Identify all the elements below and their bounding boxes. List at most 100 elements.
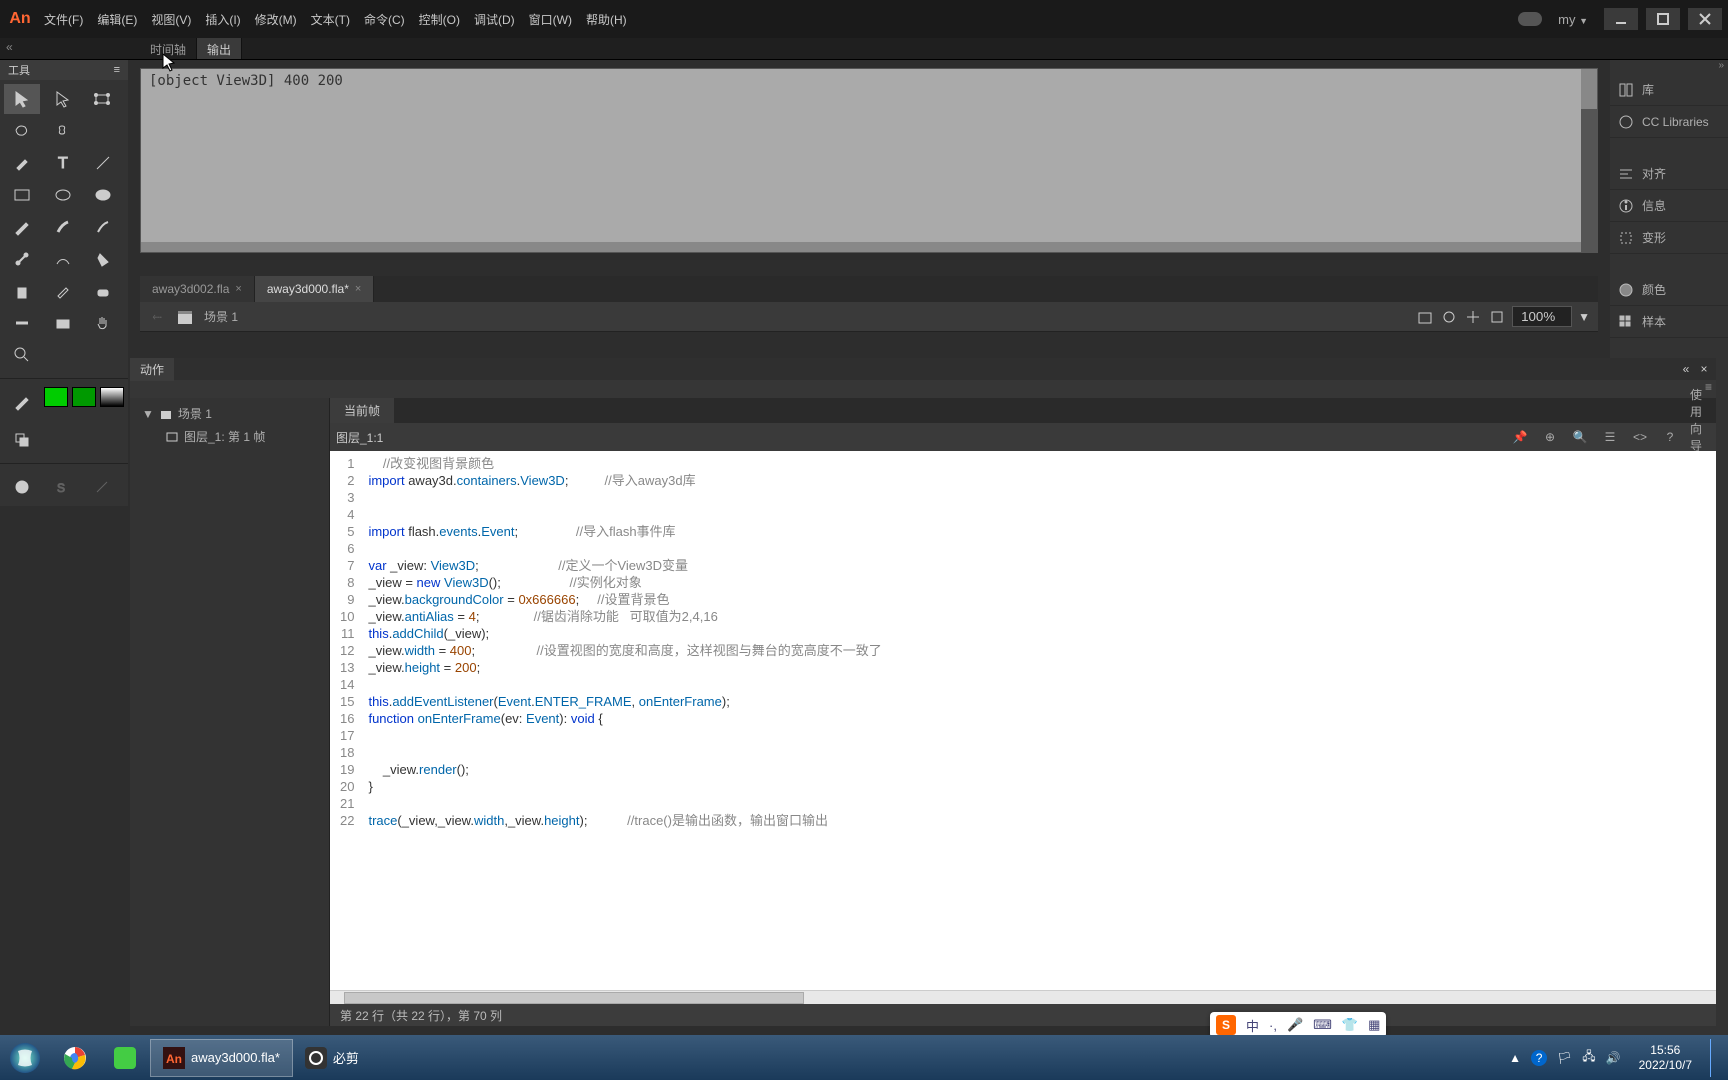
- paint-bucket-tool[interactable]: [85, 244, 121, 274]
- center-stage-icon[interactable]: [1464, 308, 1482, 326]
- menu-debug[interactable]: 调试(D): [474, 11, 515, 28]
- gradient-swatch[interactable]: [100, 387, 124, 407]
- snap-option[interactable]: [4, 472, 40, 502]
- close-panel-icon[interactable]: ×: [1696, 362, 1712, 376]
- tray-help-icon[interactable]: ?: [1531, 1050, 1547, 1066]
- add-wizard-button[interactable]: 使用向导添加: [1690, 427, 1710, 447]
- expand-icon[interactable]: ▼: [142, 407, 154, 421]
- close-tab-icon[interactable]: ×: [355, 283, 361, 295]
- zoom-tool[interactable]: [4, 340, 40, 370]
- tree-scene[interactable]: ▼ 场景 1: [134, 402, 325, 425]
- panel-menu-icon[interactable]: ≡: [114, 64, 120, 76]
- editor-hscrollbar[interactable]: [330, 990, 1716, 1004]
- sync-toggle[interactable]: [1518, 12, 1542, 26]
- close-button[interactable]: [1688, 8, 1722, 30]
- taskbar-app-green[interactable]: [100, 1039, 150, 1077]
- ime-voice-icon[interactable]: 🎤: [1287, 1017, 1303, 1033]
- menu-view[interactable]: 视图(V): [151, 11, 191, 28]
- close-tab-icon[interactable]: ×: [235, 283, 241, 295]
- clip-content-icon[interactable]: [1488, 308, 1506, 326]
- maximize-button[interactable]: [1646, 8, 1680, 30]
- pencil-tool[interactable]: [4, 212, 40, 242]
- scene-name[interactable]: 场景 1: [204, 308, 238, 325]
- taskbar-chrome[interactable]: [50, 1039, 100, 1077]
- panel-library[interactable]: 库: [1610, 74, 1728, 106]
- panel-cc-libraries[interactable]: CC Libraries: [1610, 106, 1728, 138]
- ime-menu-icon[interactable]: ▦: [1368, 1017, 1380, 1033]
- tree-layer-frame[interactable]: 图层_1: 第 1 帧: [134, 425, 325, 448]
- show-desktop-button[interactable]: [1710, 1039, 1720, 1077]
- text-tool[interactable]: T: [45, 148, 81, 178]
- collapse-icon[interactable]: «: [1678, 362, 1694, 376]
- code-snippets-icon[interactable]: <>: [1630, 427, 1650, 447]
- find-icon[interactable]: 🔍: [1570, 427, 1590, 447]
- expand-arrow-icon[interactable]: »: [1718, 60, 1724, 74]
- rectangle-tool[interactable]: [4, 180, 40, 210]
- workspace-dropdown[interactable]: my ▼: [1550, 12, 1596, 27]
- oval-tool[interactable]: [45, 180, 81, 210]
- pen-tool[interactable]: [4, 148, 40, 178]
- tray-arrow-icon[interactable]: ▲: [1509, 1051, 1521, 1065]
- ime-keyboard-icon[interactable]: ⌨: [1313, 1017, 1332, 1033]
- edit-symbol-icon[interactable]: [1440, 308, 1458, 326]
- taskbar-animate[interactable]: An away3d000.fla*: [150, 1039, 293, 1077]
- output-hscrollbar[interactable]: [141, 242, 1581, 252]
- pin-script-icon[interactable]: 📌: [1510, 427, 1530, 447]
- panel-swatches[interactable]: 样本: [1610, 306, 1728, 338]
- panel-info[interactable]: 信息: [1610, 190, 1728, 222]
- code-content[interactable]: //改变视图背景颜色 import away3d.containers.View…: [360, 451, 1716, 1004]
- panel-transform[interactable]: 变形: [1610, 222, 1728, 254]
- bind-tool[interactable]: [45, 244, 81, 274]
- eraser-tool[interactable]: [85, 276, 121, 306]
- insert-target-icon[interactable]: ⊕: [1540, 427, 1560, 447]
- sogou-icon[interactable]: S: [1216, 1015, 1236, 1035]
- zoom-input[interactable]: [1512, 306, 1572, 327]
- tab-actions[interactable]: 动作: [130, 358, 174, 381]
- polystar-tool[interactable]: [85, 180, 121, 210]
- menu-control[interactable]: 控制(O): [419, 11, 460, 28]
- paint-brush-tool[interactable]: [85, 212, 121, 242]
- fill-color-swatch[interactable]: [44, 387, 68, 407]
- tray-action-center-icon[interactable]: 🏳: [1557, 1051, 1572, 1065]
- menu-insert[interactable]: 插入(I): [205, 11, 240, 28]
- menu-help[interactable]: 帮助(H): [586, 11, 627, 28]
- help-icon[interactable]: ?: [1660, 427, 1680, 447]
- tray-clock[interactable]: 15:56 2022/10/7: [1631, 1043, 1700, 1073]
- camera-tool[interactable]: [45, 308, 81, 338]
- tray-volume-icon[interactable]: 🔊: [1606, 1051, 1621, 1065]
- stroke-color-swatch[interactable]: [72, 387, 96, 407]
- free-transform-tool[interactable]: [85, 84, 121, 114]
- start-button[interactable]: [0, 1038, 50, 1078]
- edit-scene-icon[interactable]: [1416, 308, 1434, 326]
- menu-window[interactable]: 窗口(W): [529, 11, 572, 28]
- magic-wand-tool[interactable]: [45, 116, 81, 146]
- taskbar-bijian[interactable]: 必剪: [293, 1039, 371, 1077]
- code-editor[interactable]: 12345678910111213141516171819202122 //改变…: [330, 451, 1716, 1004]
- menu-file[interactable]: 文件(F): [44, 11, 83, 28]
- stroke-color-tool[interactable]: [4, 387, 40, 417]
- subselection-tool[interactable]: [45, 84, 81, 114]
- lasso-tool[interactable]: [4, 116, 40, 146]
- doc-tab-1[interactable]: away3d002.fla×: [140, 276, 255, 302]
- hand-tool[interactable]: [85, 308, 121, 338]
- menu-command[interactable]: 命令(C): [364, 11, 405, 28]
- width-tool[interactable]: [4, 308, 40, 338]
- zoom-dropdown-icon[interactable]: ▼: [1578, 310, 1590, 324]
- swap-colors-icon[interactable]: [4, 425, 40, 455]
- ime-punct-icon[interactable]: ·,: [1269, 1018, 1277, 1033]
- eyedropper-tool[interactable]: [45, 276, 81, 306]
- panel-color[interactable]: 颜色: [1610, 274, 1728, 306]
- tray-network-icon[interactable]: 🖧: [1582, 1047, 1595, 1068]
- tab-output[interactable]: 输出: [197, 38, 242, 59]
- selection-tool[interactable]: [4, 84, 40, 114]
- brush-tool[interactable]: [45, 212, 81, 242]
- minimize-button[interactable]: [1604, 8, 1638, 30]
- menu-text[interactable]: 文本(T): [311, 11, 350, 28]
- menu-edit[interactable]: 编辑(E): [97, 11, 137, 28]
- bone-tool[interactable]: [4, 244, 40, 274]
- panel-align[interactable]: 对齐: [1610, 158, 1728, 190]
- output-vscrollbar[interactable]: [1581, 69, 1597, 252]
- format-code-icon[interactable]: ☰: [1600, 427, 1620, 447]
- doc-tab-2[interactable]: away3d000.fla*×: [255, 276, 375, 302]
- ime-lang[interactable]: 中: [1246, 1016, 1259, 1035]
